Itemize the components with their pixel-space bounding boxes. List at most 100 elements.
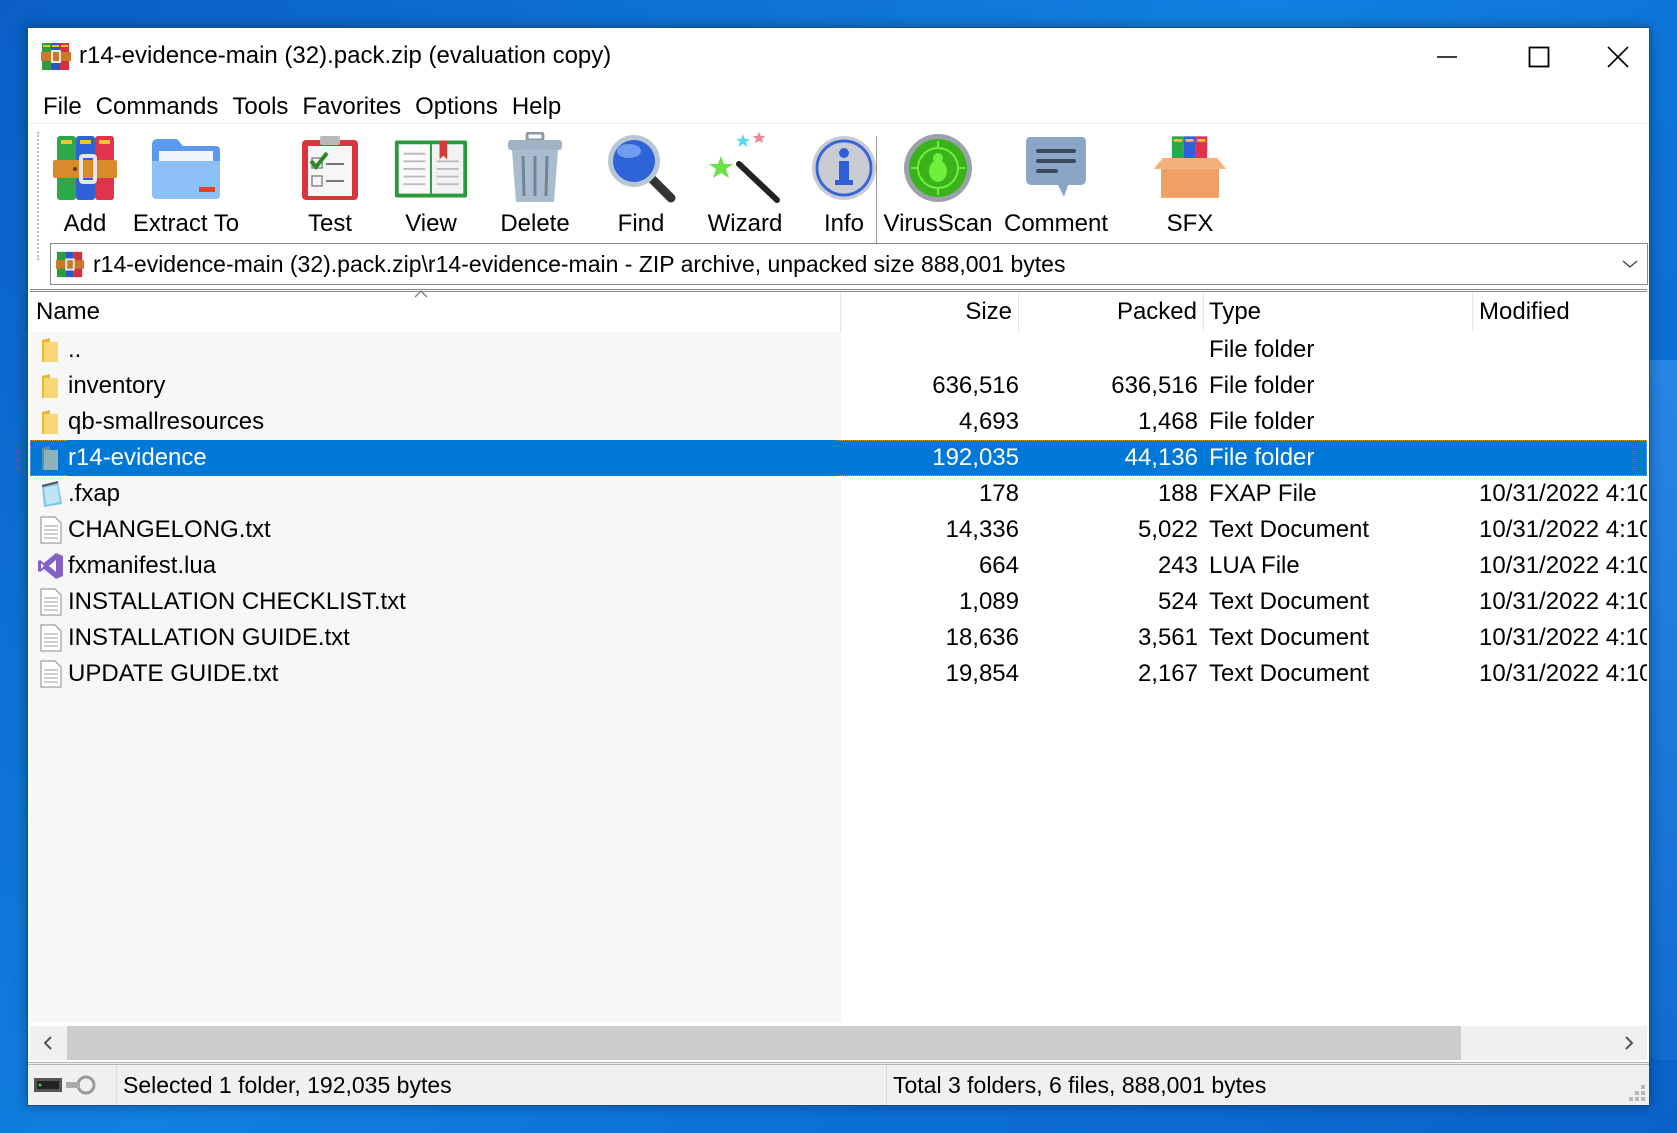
view-book-icon [394, 140, 468, 198]
menu-help[interactable]: Help [505, 90, 568, 124]
comment-button[interactable]: Comment [1001, 130, 1111, 242]
view-label: View [405, 210, 457, 237]
file-type: LUA File [1209, 552, 1300, 579]
folder-icon [38, 336, 64, 364]
folder-icon [38, 444, 64, 472]
scroll-left-button[interactable] [30, 1026, 66, 1060]
scrollbar-thumb[interactable] [67, 1026, 1461, 1060]
file-row[interactable]: UPDATE GUIDE.txt 19,854 2,167 Text Document… [30, 656, 1647, 692]
delete-button[interactable]: Delete [494, 130, 576, 242]
text-file-icon [38, 660, 64, 688]
file-type: Text Document [1209, 516, 1370, 543]
menu-bar: File Commands Tools Favorites Options He… [28, 89, 1649, 125]
add-button[interactable]: Add [50, 130, 120, 242]
file-type: Text Document [1209, 624, 1370, 651]
lua-file-icon [38, 552, 64, 580]
address-dropdown-button[interactable] [1613, 244, 1647, 284]
minimize-button[interactable] [1401, 28, 1493, 86]
file-packed-size: 243 [1157, 552, 1198, 579]
address-bar[interactable]: r14-evidence-main (32).pack.zip\r14-evid… [50, 243, 1648, 285]
file-packed-size: 2,167 [1137, 660, 1198, 687]
test-button[interactable]: Test [294, 130, 366, 242]
column-header-modified[interactable]: Modified [1473, 292, 1647, 332]
file-packed-size: 524 [1157, 588, 1198, 615]
menu-commands[interactable]: Commands [89, 90, 226, 124]
virusscan-button[interactable]: VirusScan [884, 130, 992, 242]
file-packed-size: 44,136 [1124, 444, 1198, 471]
file-row[interactable]: .fxap 178 188 FXAP File 10/31/2022 4:10 P. [30, 476, 1647, 512]
file-list: Name Size Packed Type Modified .. File fo… [30, 289, 1647, 1024]
column-header-size-label: Size [965, 298, 1012, 325]
file-size [843, 332, 1019, 368]
horizontal-scrollbar[interactable] [30, 1026, 1647, 1060]
menu-file[interactable]: File [36, 90, 89, 124]
toolbar-separator [876, 136, 877, 244]
maximize-button[interactable] [1493, 28, 1585, 86]
file-name: r14-evidence [68, 440, 838, 476]
file-row[interactable]: .. File folder [30, 332, 1647, 368]
file-row[interactable]: INSTALLATION GUIDE.txt 18,636 3,561 Text Do… [30, 620, 1647, 656]
file-row[interactable]: CHANGELONG.txt 14,336 5,022 Text Document 10… [30, 512, 1647, 548]
file-size: 4,693 [958, 408, 1019, 435]
status-selected: Selected 1 folder, 192,035 bytes [116, 1065, 886, 1105]
file-modified: 10/31/2022 4:10 P. [1479, 660, 1647, 687]
file-modified [1479, 332, 1647, 368]
info-button[interactable]: Info [812, 130, 876, 242]
close-button[interactable] [1585, 28, 1651, 86]
toolbar-grip [37, 132, 40, 260]
file-type: File folder [1209, 408, 1315, 435]
wizard-button[interactable]: Wizard [703, 130, 787, 242]
column-header-type[interactable]: Type [1204, 292, 1473, 332]
sfx-box-icon [1153, 136, 1227, 198]
info-label: Info [823, 210, 865, 237]
address-path: r14-evidence-main (32).pack.zip\r14-evid… [93, 250, 1066, 277]
archive-icon [55, 251, 85, 278]
file-name: qb-smallresources [68, 408, 265, 435]
menu-tools[interactable]: Tools [225, 90, 295, 124]
chevron-left-icon [43, 1036, 52, 1050]
view-button[interactable]: View [388, 130, 474, 242]
folder-icon [38, 408, 64, 436]
file-row[interactable]: INSTALLATION CHECKLIST.txt 1,089 524 Text D… [30, 584, 1647, 620]
file-row[interactable]: fxmanifest.lua 664 243 LUA File 10/31/2022 4… [30, 548, 1647, 584]
find-button[interactable]: Find [605, 130, 677, 242]
file-modified [1479, 440, 1647, 476]
add-label: Add [63, 210, 107, 237]
list-header: Name Size Packed Type Modified [30, 290, 1647, 332]
minimize-icon [1437, 56, 1457, 58]
title-bar[interactable]: r14-evidence-main (32).pack.zip (evaluat… [28, 28, 1649, 86]
column-header-packed[interactable]: Packed [1019, 292, 1204, 332]
column-header-name[interactable]: Name [30, 290, 841, 332]
file-name: inventory [68, 372, 166, 399]
file-packed-size: 3,561 [1137, 624, 1198, 651]
file-type: File folder [1209, 336, 1315, 363]
text-file-icon [38, 516, 64, 544]
magnifier-icon [608, 135, 676, 203]
column-header-name-label: Name [36, 298, 101, 325]
menu-options[interactable]: Options [408, 90, 505, 124]
resize-grip-icon[interactable] [1628, 1084, 1646, 1102]
magic-wand-icon [709, 132, 780, 203]
extract-to-label: Extract To [132, 210, 240, 237]
extract-to-button[interactable]: Extract To [133, 130, 239, 242]
file-modified: 10/31/2022 4:10 P. [1479, 516, 1647, 543]
file-row[interactable]: qb-smallresources 4,693 1,468 File folder [30, 404, 1647, 440]
file-modified: 10/31/2022 4:10 P. [1479, 624, 1647, 651]
chevron-down-icon [1622, 260, 1638, 268]
sfx-button[interactable]: SFX [1148, 130, 1232, 242]
column-header-modified-label: Modified [1479, 298, 1570, 325]
file-packed-size: 5,022 [1137, 516, 1198, 543]
file-size: 14,336 [945, 516, 1019, 543]
file-type: Text Document [1209, 660, 1370, 687]
file-row[interactable]: r14-evidence 192,035 44,136 File folder [30, 440, 1647, 476]
trash-icon [508, 132, 562, 202]
file-row[interactable]: inventory 636,516 636,516 File folder [30, 368, 1647, 404]
file-name: .fxap [68, 480, 121, 507]
file-name: .. [68, 336, 82, 363]
column-header-size[interactable]: Size [841, 292, 1019, 332]
virus-scan-icon [904, 134, 972, 202]
file-modified: 10/31/2022 4:10 P. [1479, 588, 1647, 615]
menu-favorites[interactable]: Favorites [295, 90, 408, 124]
wizard-label: Wizard [707, 210, 783, 237]
scroll-right-button[interactable] [1611, 1026, 1647, 1060]
